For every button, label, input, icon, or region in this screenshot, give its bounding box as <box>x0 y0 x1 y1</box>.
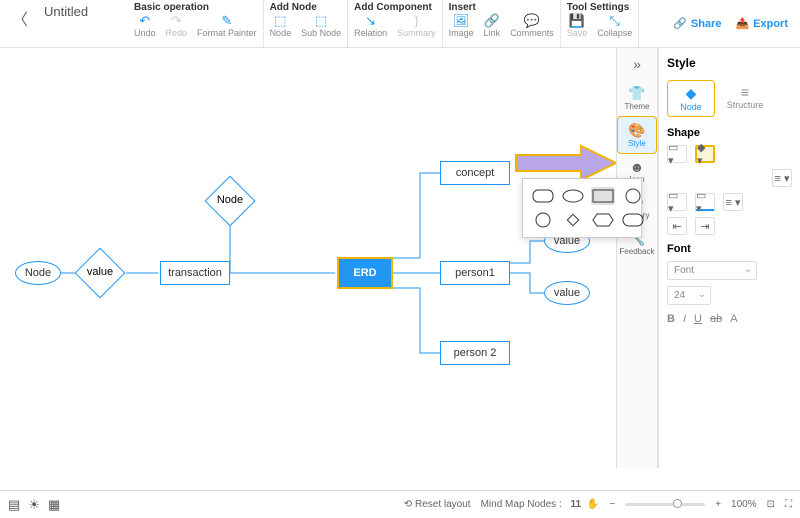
node-person1[interactable]: person1 <box>440 261 510 285</box>
rail-style[interactable]: 🎨Style <box>617 116 657 154</box>
document-title[interactable]: Untitled <box>44 4 88 19</box>
rail-theme[interactable]: 👕Theme <box>617 80 657 116</box>
font-family-select[interactable]: Font <box>667 261 757 280</box>
tab-node[interactable]: ◆Node <box>667 80 715 117</box>
zoom-percent[interactable]: 100% <box>731 499 757 510</box>
ribbon-group-basic: Basic operation <box>134 0 257 14</box>
italic-button[interactable]: I <box>683 313 686 325</box>
rail-collapse-icon[interactable]: » <box>633 56 641 72</box>
tab-structure[interactable]: ≡Structure <box>721 80 769 117</box>
strike-button[interactable]: ab <box>710 313 722 325</box>
brightness-icon[interactable]: ☀ <box>28 497 40 513</box>
zoom-slider[interactable] <box>625 503 705 506</box>
reset-layout-button[interactable]: ⟲ Reset layout <box>404 499 471 510</box>
node-ellipse-node[interactable]: Node <box>15 261 61 285</box>
insert-comments-button[interactable]: 💬Comments <box>510 14 554 38</box>
border-color-button[interactable]: ▭ ▾ <box>695 193 715 211</box>
panel-title: Style <box>667 56 792 70</box>
shirt-icon: 👕 <box>628 85 645 102</box>
insert-link-button[interactable]: 🔗Link <box>484 14 501 38</box>
underline-button[interactable]: U <box>694 313 702 325</box>
grid-icon[interactable]: ▦ <box>48 497 60 513</box>
right-rail: » 👕Theme 🎨Style ☻Icon ⟲History 🔧Feedback <box>616 48 658 468</box>
ribbon-group-addnode: Add Node <box>270 0 342 14</box>
format-painter-button[interactable]: ✎Format Painter <box>197 14 257 38</box>
shape-circle[interactable] <box>621 187 645 205</box>
shape-section-label: Shape <box>667 127 792 139</box>
collapse-button[interactable]: ⤡Collapse <box>597 14 632 38</box>
insert-image-button[interactable]: 🖼Image <box>449 14 474 38</box>
fit-icon[interactable]: ⊡ <box>767 499 775 510</box>
shape-hexagon[interactable] <box>591 211 615 229</box>
hint-arrow <box>511 143 621 183</box>
node-diamond-value[interactable]: value <box>75 248 125 298</box>
fill-picker-button[interactable]: ◆ ▾ <box>695 145 715 163</box>
style-panel: Style ◆Node ≡Structure Shape ▭ ▾ ◆ ▾ ≡ ▾… <box>658 48 800 468</box>
node-person2[interactable]: person 2 <box>440 341 510 365</box>
zoom-plus[interactable]: + <box>715 499 721 510</box>
redo-button[interactable]: ↷Redo <box>166 14 188 38</box>
summary-button[interactable]: }Summary <box>397 14 436 38</box>
node-diamond-top[interactable]: Node <box>205 176 255 226</box>
undo-button[interactable]: ↶Undo <box>134 14 156 38</box>
ribbon-group-component: Add Component <box>354 0 436 14</box>
shape-picker-button[interactable]: ▭ ▾ <box>667 145 687 163</box>
ribbon-group-tools: Tool Settings <box>567 0 633 14</box>
zoom-knob[interactable] <box>673 499 682 508</box>
node-count: Mind Map Nodes : 11 ✋ <box>481 499 600 510</box>
shape-dropdown <box>522 178 642 238</box>
add-node-button[interactable]: ⬚Node <box>270 14 292 38</box>
shape-roundrect[interactable] <box>531 187 555 205</box>
font-size-select[interactable]: 24 <box>667 286 711 305</box>
line-style-button[interactable]: ≡ ▾ <box>772 169 792 187</box>
node-value2[interactable]: value <box>544 281 590 305</box>
save-button[interactable]: 💾Save <box>567 14 588 38</box>
smile-icon: ☻ <box>630 159 645 175</box>
align-right-button[interactable]: ⇥ <box>695 217 715 235</box>
shape-capsule[interactable] <box>621 211 645 229</box>
node-concept[interactable]: concept <box>440 161 510 185</box>
shape-rect[interactable] <box>591 187 615 205</box>
export-button[interactable]: 📤 Export <box>735 17 788 30</box>
share-button[interactable]: 🔗 Share <box>673 17 721 30</box>
zoom-minus[interactable]: − <box>609 499 615 510</box>
fullscreen-icon[interactable]: ⛶ <box>785 499 792 510</box>
font-color-button[interactable]: A <box>730 313 737 325</box>
node-icon: ◆ <box>686 85 697 102</box>
layers-icon[interactable]: ▤ <box>8 497 20 513</box>
bold-button[interactable]: B <box>667 313 675 325</box>
border-button[interactable]: ▭ ▾ <box>667 193 687 211</box>
node-root-erd[interactable]: ERD <box>337 257 393 289</box>
shape-circle2[interactable] <box>531 211 555 229</box>
status-bar: ▤ ☀ ▦ ⟲ Reset layout Mind Map Nodes : 11… <box>0 490 800 518</box>
node-rect-transaction[interactable]: transaction <box>160 261 230 285</box>
relation-button[interactable]: ↘Relation <box>354 14 387 38</box>
ribbon-group-insert: Insert <box>449 0 554 14</box>
palette-icon: 🎨 <box>628 122 645 139</box>
shape-ellipse[interactable] <box>561 187 585 205</box>
align-left-button[interactable]: ⇤ <box>667 217 687 235</box>
font-section-label: Font <box>667 243 792 255</box>
back-button[interactable]: 〈 <box>8 4 32 32</box>
structure-icon: ≡ <box>741 84 749 100</box>
shape-diamond[interactable] <box>561 211 585 229</box>
add-subnode-button[interactable]: ⬚Sub Node <box>301 14 341 38</box>
border-weight-button[interactable]: ≡ ▾ <box>723 193 743 211</box>
